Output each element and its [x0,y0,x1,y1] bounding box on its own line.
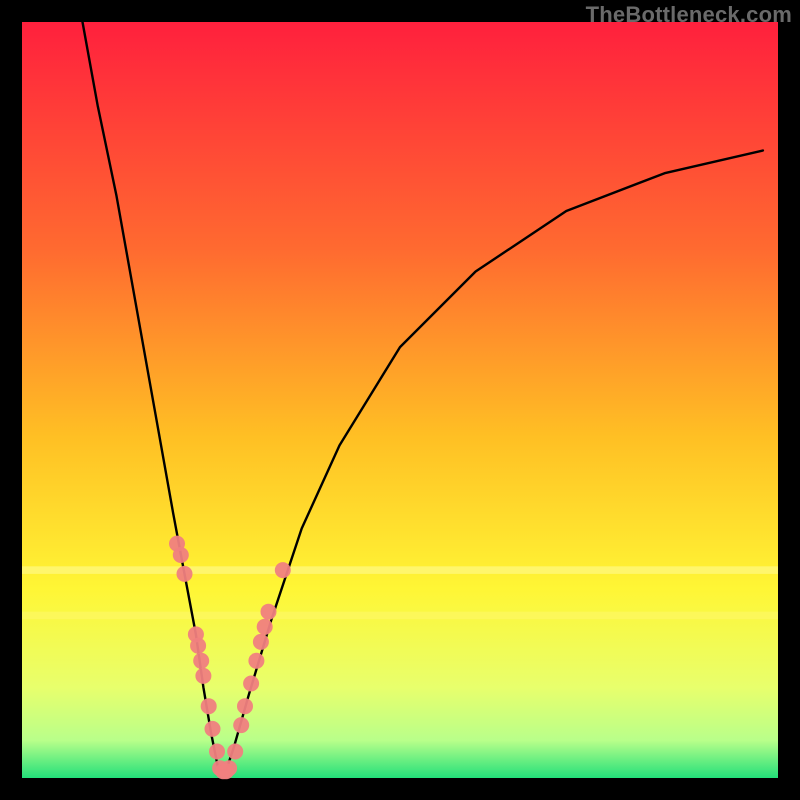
sample-point [190,638,206,654]
sample-point [173,547,189,563]
sample-point [221,760,237,776]
sample-point [257,619,273,635]
sample-point [275,562,291,578]
sample-point [205,721,221,737]
sample-point [233,717,249,733]
sample-point [209,744,225,760]
sample-point [248,653,264,669]
sample-point [195,668,211,684]
sample-point [253,634,269,650]
chart-container: TheBottleneck.com [0,0,800,800]
sample-point [227,744,243,760]
sample-point [193,653,209,669]
sample-point [237,698,253,714]
sample-point [261,604,277,620]
watermark-label: TheBottleneck.com [586,2,792,28]
sample-point [243,676,259,692]
sample-point [177,566,193,582]
bottleneck-chart [0,0,800,800]
sample-point [201,698,217,714]
